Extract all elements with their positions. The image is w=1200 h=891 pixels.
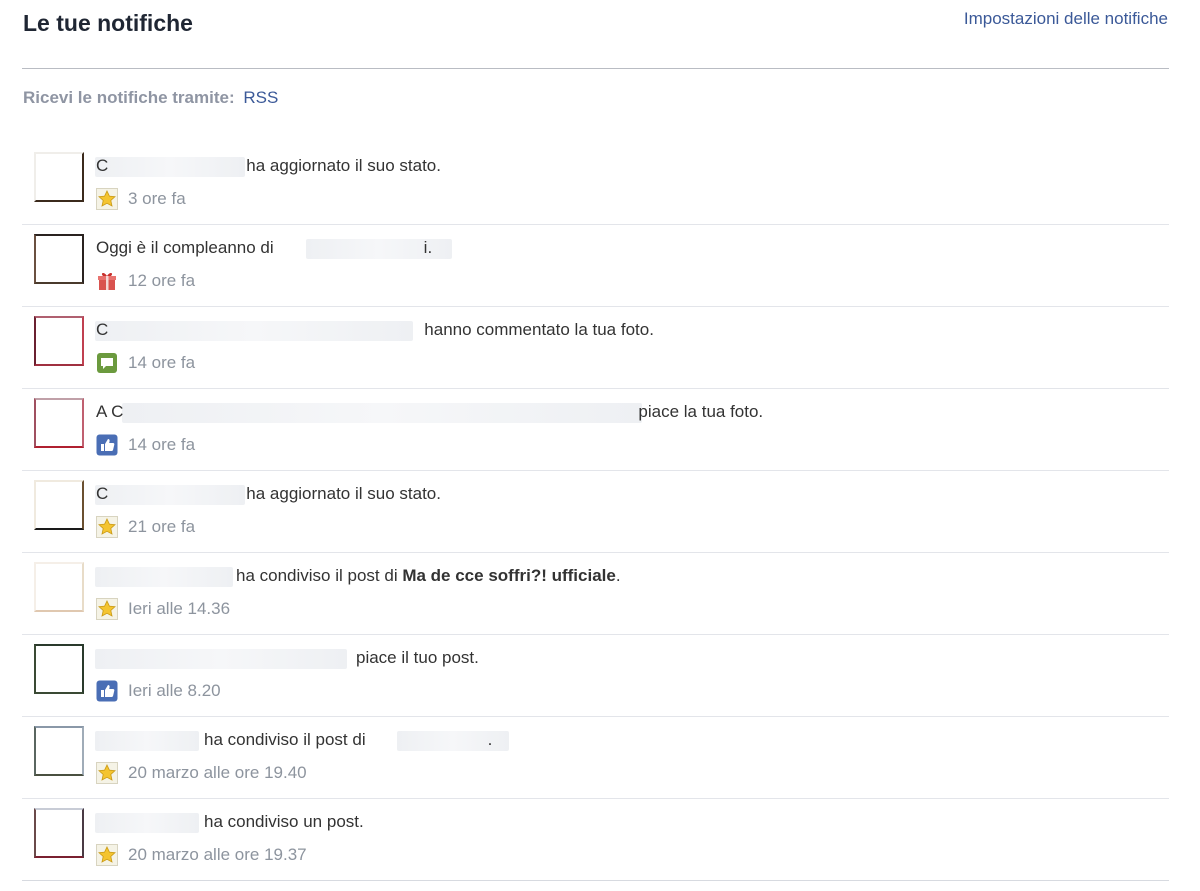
- timestamp[interactable]: 12 ore fa: [128, 271, 195, 291]
- notification-meta: Ieri alle 8.20: [96, 679, 221, 703]
- notification-text: Oggi è il compleanno di i.: [96, 238, 432, 258]
- action-text: ha condiviso un post.: [204, 812, 364, 831]
- notification-text: ha condiviso il post di Ma de cce soffri…: [96, 566, 621, 586]
- timestamp[interactable]: 14 ore fa: [128, 435, 195, 455]
- like-icon: [96, 434, 118, 456]
- notification-text: Cha aggiornato il suo stato.: [96, 156, 441, 176]
- avatar[interactable]: [34, 808, 84, 858]
- notification-text: ha condiviso un post.: [96, 812, 364, 832]
- action-text: ha condiviso il post di: [236, 566, 398, 585]
- actor-name[interactable]: C: [96, 320, 108, 339]
- actor-name[interactable]: A C: [96, 402, 123, 421]
- notification-item[interactable]: ha condiviso il post di Ma de cce soffri…: [22, 553, 1169, 635]
- star-icon: [96, 188, 118, 210]
- timestamp[interactable]: 20 marzo alle ore 19.40: [128, 763, 307, 783]
- star-icon: [96, 516, 118, 538]
- notification-item[interactable]: Cha aggiornato il suo stato. 3 ore fa: [22, 143, 1169, 225]
- notification-meta: 3 ore fa: [96, 187, 186, 211]
- notification-settings-link[interactable]: Impostazioni delle notifiche: [964, 9, 1168, 29]
- avatar[interactable]: [34, 234, 84, 284]
- notification-text: Channo commentato la tua foto.: [96, 320, 654, 340]
- rss-row: Ricevi le notifiche tramite: RSS: [23, 88, 278, 108]
- notification-meta: 14 ore fa: [96, 433, 195, 457]
- notification-item[interactable]: Channo commentato la tua foto. 14 ore fa: [22, 307, 1169, 389]
- action-text: ha aggiornato il suo stato.: [246, 484, 441, 503]
- notification-text: piace il tuo post.: [96, 648, 479, 668]
- notification-meta: 20 marzo alle ore 19.40: [96, 761, 307, 785]
- notification-text: Cha aggiornato il suo stato.: [96, 484, 441, 504]
- star-icon: [96, 598, 118, 620]
- notification-item[interactable]: A C piace la tua foto. 14 ore fa: [22, 389, 1169, 471]
- notification-item[interactable]: ha condiviso un post. 20 marzo alle ore …: [22, 799, 1169, 881]
- action-text: ha condiviso il post di: [204, 730, 366, 749]
- notification-item[interactable]: Cha aggiornato il suo stato. 21 ore fa: [22, 471, 1169, 553]
- notification-meta: 14 ore fa: [96, 351, 195, 375]
- timestamp[interactable]: Ieri alle 14.36: [128, 599, 230, 619]
- avatar[interactable]: [34, 152, 84, 202]
- avatar[interactable]: [34, 480, 84, 530]
- suffix-text: i.: [423, 238, 433, 257]
- notification-meta: 21 ore fa: [96, 515, 195, 539]
- timestamp[interactable]: 14 ore fa: [128, 353, 195, 373]
- action-text: ha aggiornato il suo stato.: [246, 156, 441, 175]
- notification-item[interactable]: piace il tuo post. Ieri alle 8.20: [22, 635, 1169, 717]
- notification-text: ha condiviso il post di.: [96, 730, 492, 750]
- timestamp[interactable]: 3 ore fa: [128, 189, 186, 209]
- notification-text: A C piace la tua foto.: [96, 402, 763, 422]
- star-icon: [96, 762, 118, 784]
- avatar[interactable]: [34, 316, 84, 366]
- action-text: piace la tua foto.: [638, 402, 764, 421]
- timestamp[interactable]: 20 marzo alle ore 19.37: [128, 845, 307, 865]
- action-text: hanno commentato la tua foto.: [424, 320, 654, 339]
- rss-link[interactable]: RSS: [243, 88, 278, 107]
- comment-icon: [96, 352, 118, 374]
- actor-name[interactable]: C: [96, 484, 108, 503]
- notification-list: Cha aggiornato il suo stato. 3 ore fa Og…: [22, 143, 1169, 881]
- avatar[interactable]: [34, 644, 84, 694]
- rss-label: Ricevi le notifiche tramite:: [23, 88, 235, 107]
- avatar[interactable]: [34, 398, 84, 448]
- page-title: Le tue notifiche: [23, 10, 193, 36]
- notification-meta: Ieri alle 14.36: [96, 597, 230, 621]
- suffix-text: .: [615, 566, 621, 585]
- notification-item[interactable]: ha condiviso il post di. 20 marzo alle o…: [22, 717, 1169, 799]
- notification-meta: 20 marzo alle ore 19.37: [96, 843, 307, 867]
- action-text: piace il tuo post.: [356, 648, 479, 667]
- timestamp[interactable]: Ieri alle 8.20: [128, 681, 221, 701]
- like-icon: [96, 680, 118, 702]
- avatar[interactable]: [34, 726, 84, 776]
- actor-name[interactable]: C: [96, 156, 108, 175]
- notification-item[interactable]: Oggi è il compleanno di i. 12 ore fa: [22, 225, 1169, 307]
- notification-meta: 12 ore fa: [96, 269, 195, 293]
- star-icon: [96, 844, 118, 866]
- prefix-text: Oggi è il compleanno di: [96, 238, 274, 257]
- suffix-text: .: [487, 730, 493, 749]
- timestamp[interactable]: 21 ore fa: [128, 517, 195, 537]
- header-divider: [22, 68, 1169, 69]
- avatar[interactable]: [34, 562, 84, 612]
- shared-page-link[interactable]: Ma de cce soffri?! ufficiale: [402, 566, 616, 585]
- gift-icon: [96, 270, 118, 292]
